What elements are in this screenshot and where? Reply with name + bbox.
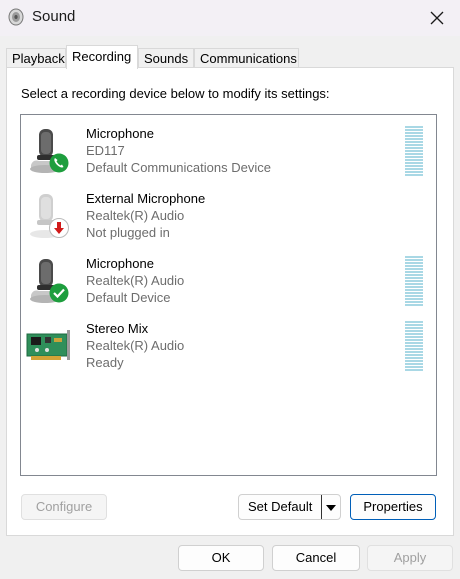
- tab-recording[interactable]: Recording: [66, 45, 138, 69]
- level-meter: [405, 256, 423, 308]
- device-status: Ready: [86, 355, 124, 370]
- unplugged-badge-icon: [49, 218, 69, 238]
- microphone-icon: [25, 192, 75, 242]
- speaker-icon: [8, 8, 24, 26]
- title-bar: Sound: [0, 0, 460, 36]
- tab-sounds[interactable]: Sounds: [138, 48, 194, 67]
- default-check-badge-icon: [49, 283, 69, 303]
- apply-button[interactable]: Apply: [367, 545, 453, 571]
- tab-playback[interactable]: Playback: [6, 48, 66, 67]
- recording-device-list[interactable]: Microphone ED117 Default Communications …: [20, 114, 437, 476]
- device-driver: Realtek(R) Audio: [86, 273, 185, 288]
- set-default-split-button[interactable]: Set Default: [238, 494, 341, 520]
- sound-card-icon: [25, 322, 75, 372]
- phone-badge-icon: [49, 153, 69, 173]
- chevron-down-icon: [326, 505, 336, 511]
- device-name: Microphone: [86, 126, 154, 141]
- device-info: Stereo Mix Realtek(R) Audio Ready: [86, 320, 184, 371]
- properties-button[interactable]: Properties: [350, 494, 436, 520]
- tab-strip: Playback Recording Sounds Communications: [6, 45, 454, 69]
- device-name: External Microphone: [86, 191, 206, 206]
- device-status: Not plugged in: [86, 225, 170, 240]
- device-item-microphone-ed117[interactable]: Microphone ED117 Default Communications …: [21, 123, 436, 185]
- device-item-stereo-mix[interactable]: Stereo Mix Realtek(R) Audio Ready: [21, 318, 436, 380]
- microphone-icon: [25, 127, 75, 177]
- window-title: Sound: [32, 8, 76, 25]
- device-info: Microphone Realtek(R) Audio Default Devi…: [86, 255, 184, 306]
- configure-button[interactable]: Configure: [21, 494, 107, 520]
- device-name: Stereo Mix: [86, 321, 149, 336]
- ok-button[interactable]: OK: [178, 545, 264, 571]
- set-default-label: Set Default: [248, 499, 313, 514]
- device-info: External Microphone Realtek(R) Audio Not…: [86, 190, 205, 241]
- instruction-text: Select a recording device below to modif…: [21, 86, 330, 101]
- level-meter: [405, 321, 423, 373]
- set-default-dropdown[interactable]: [321, 495, 340, 519]
- device-driver: Realtek(R) Audio: [86, 208, 185, 223]
- device-info: Microphone ED117 Default Communications …: [86, 125, 271, 176]
- device-item-external-microphone[interactable]: External Microphone Realtek(R) Audio Not…: [21, 188, 436, 250]
- device-name: Microphone: [86, 256, 154, 271]
- device-status: Default Communications Device: [86, 160, 271, 175]
- cancel-button[interactable]: Cancel: [272, 545, 360, 571]
- close-button[interactable]: [414, 0, 460, 36]
- device-item-microphone-realtek[interactable]: Microphone Realtek(R) Audio Default Devi…: [21, 253, 436, 315]
- device-status: Default Device: [86, 290, 171, 305]
- tab-communications[interactable]: Communications: [194, 48, 299, 67]
- device-driver: Realtek(R) Audio: [86, 338, 185, 353]
- microphone-icon: [25, 257, 75, 307]
- close-icon: [430, 11, 444, 25]
- device-driver: ED117: [86, 143, 125, 158]
- level-meter: [405, 126, 423, 178]
